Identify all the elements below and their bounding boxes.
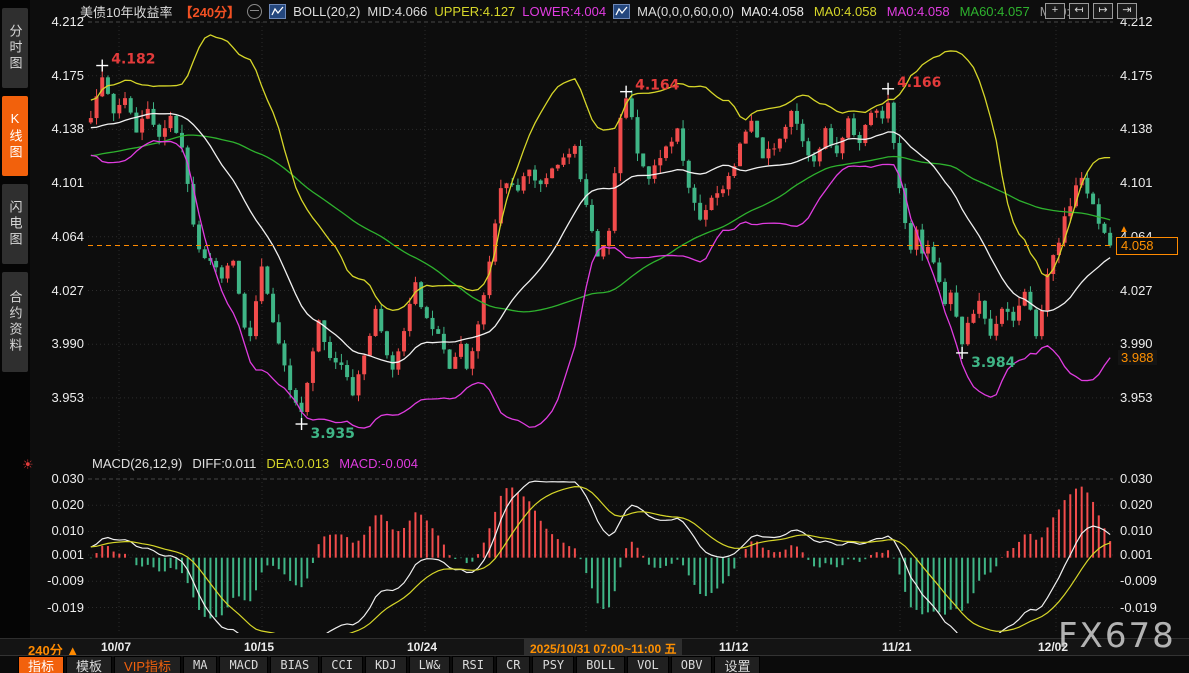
ma-values: MA0:4.058MA0:4.058MA0:4.058MA60:4.057MA0… [741, 4, 1070, 19]
y-axis-label: -0.009 [1120, 573, 1182, 588]
toolbar-item-BIAS[interactable]: BIAS [270, 656, 319, 673]
boll-indicator-icon[interactable] [269, 4, 286, 19]
toolbar-item-MA[interactable]: MA [183, 656, 217, 673]
toolbar-item-VOL[interactable]: VOL [627, 656, 669, 673]
ma-label: MA(0,0,0,60,0,0) [637, 4, 734, 19]
y-axis-label: 4.064 [28, 229, 84, 244]
y-axis-label: 3.990 [28, 336, 84, 351]
y-axis-label: 0.030 [28, 471, 84, 486]
boll-lower-value: LOWER:4.004 [522, 4, 606, 19]
y-axis-label: 0.010 [1120, 523, 1182, 538]
annotation-4.166: 4.166 [882, 75, 941, 95]
app-window: 分时图K线图闪电图合约资料 美债10年收益率 【240分】 BOLL(20,2)… [0, 0, 1189, 673]
y-axis-label: 4.212 [28, 14, 84, 29]
x-axis-date-label: 10/07 [101, 640, 131, 654]
toolbar-item-KDJ[interactable]: KDJ [365, 656, 407, 673]
annotation-4.182: 4.182 [96, 52, 155, 72]
toolbar-item-BOLL[interactable]: BOLL [576, 656, 625, 673]
y-axis-label: 4.138 [1120, 121, 1182, 136]
chart-period-label: 【240分】 [179, 2, 240, 21]
current-price-badge: 4.058 [1116, 237, 1178, 255]
toolbar-item-VIP指标[interactable]: VIP指标 [114, 656, 181, 673]
toolbar-item-模板[interactable]: 模板 [66, 656, 112, 673]
toolbar-item-MACD[interactable]: MACD [219, 656, 268, 673]
chart-controls: +↤↦⇥ [1045, 3, 1137, 19]
y-axis-label: -0.019 [1120, 600, 1182, 615]
y-axis-label: 0.001 [1120, 547, 1182, 562]
y-axis-label: 4.175 [28, 68, 84, 83]
macd-hist-value: MACD:-0.004 [339, 456, 418, 471]
macd-label: MACD(26,12,9) [92, 456, 182, 471]
y-axis-label: 3.990 [1120, 336, 1182, 351]
y-axis-label: 0.020 [1120, 497, 1182, 512]
svg-text:3.984: 3.984 [971, 355, 1016, 371]
svg-text:4.164: 4.164 [635, 78, 680, 94]
y-axis-label: 4.175 [1120, 68, 1182, 83]
svg-text:4.166: 4.166 [897, 75, 941, 91]
y-axis-label: 0.010 [28, 523, 84, 538]
y-axis-label: 4.027 [28, 283, 84, 298]
ma60-line [91, 135, 1110, 312]
x-axis-row: 240分 ▲ 10/0710/1510/2411/1211/2112/02202… [0, 638, 1189, 655]
boll-lower-line [91, 141, 1110, 428]
crosshair-icon[interactable]: + [1045, 3, 1065, 19]
toolbar-item-PSY[interactable]: PSY [532, 656, 574, 673]
x-axis-date-label: 10/15 [244, 640, 274, 654]
boll-upper-line [91, 35, 1110, 310]
chart-canvas[interactable]: 4.182 3.935 4.164 4.166 3.984 [0, 0, 1189, 673]
macd-header: MACD(26,12,9) DIFF:0.011 DEA:0.013 MACD:… [92, 456, 418, 471]
macd-diff-value: DIFF:0.011 [192, 456, 256, 471]
chart-title: 美债10年收益率 [80, 2, 172, 21]
y-axis-label: -0.019 [28, 600, 84, 615]
toolbar-item-指标[interactable]: 指标 [18, 656, 64, 673]
y-axis-label: 4.027 [1120, 283, 1182, 298]
x-axis-date-label: 11/12 [719, 640, 748, 654]
y-axis-label: 4.101 [28, 175, 84, 190]
annotation-4.164: 4.164 [620, 78, 680, 98]
macd-histogram [91, 487, 1110, 619]
secondary-price-marker: 3.988 [1118, 350, 1157, 365]
shift-left-icon[interactable]: ↤ [1069, 3, 1089, 19]
candlestick-layer [89, 66, 1112, 424]
y-axis-label: 3.953 [1120, 390, 1182, 405]
ma-value: MA0:4.058 [887, 4, 950, 19]
boll-mid-value: MID:4.066 [367, 4, 427, 19]
boll-upper-value: UPPER:4.127 [434, 4, 515, 19]
chart-header: 美债10年收益率 【240分】 BOLL(20,2) MID:4.066 UPP… [80, 3, 1070, 20]
shift-right-icon[interactable]: ↦ [1093, 3, 1113, 19]
toolbar-item-LW&[interactable]: LW& [409, 656, 451, 673]
ma-indicator-icon[interactable] [613, 4, 630, 19]
ma-value: MA0:4.058 [741, 4, 804, 19]
watermark: FX678 [1058, 616, 1176, 656]
y-axis-label: 0.001 [28, 547, 84, 562]
go-latest-icon[interactable]: ⇥ [1117, 3, 1137, 19]
toolbar-item-CCI[interactable]: CCI [321, 656, 363, 673]
y-axis-label: 0.030 [1120, 471, 1182, 486]
y-axis-label: -0.009 [28, 573, 84, 588]
x-axis-date-label: 10/24 [407, 640, 437, 654]
y-axis-label: 3.953 [28, 390, 84, 405]
boll-label: BOLL(20,2) [293, 4, 360, 19]
ma-value: MA60:4.057 [960, 4, 1030, 19]
svg-text:3.935: 3.935 [311, 426, 355, 442]
y-axis-label: 0.020 [28, 497, 84, 512]
svg-text:4.182: 4.182 [111, 52, 155, 68]
ma-value: MA0:4.058 [814, 4, 877, 19]
y-axis-label: 4.101 [1120, 175, 1182, 190]
indicator-toolbar: 指标模板VIP指标MAMACDBIASCCIKDJLW&RSICRPSYBOLL… [0, 655, 1189, 673]
x-axis-date-label: 11/21 [882, 640, 911, 654]
annotation-3.984: 3.984 [956, 347, 1016, 371]
macd-dea-value: DEA:0.013 [266, 456, 329, 471]
grid-layer [88, 22, 1113, 633]
y-axis-label: 4.138 [28, 121, 84, 136]
collapse-icon[interactable] [247, 4, 262, 19]
toolbar-item-RSI[interactable]: RSI [452, 656, 494, 673]
toolbar-item-设置[interactable]: 设置 [714, 656, 760, 673]
toolbar-item-CR[interactable]: CR [496, 656, 530, 673]
toolbar-item-OBV[interactable]: OBV [671, 656, 713, 673]
price-badge-arrow-icon: ▲ [1119, 224, 1129, 235]
macd-panel-icon[interactable]: ☀ [22, 457, 34, 473]
